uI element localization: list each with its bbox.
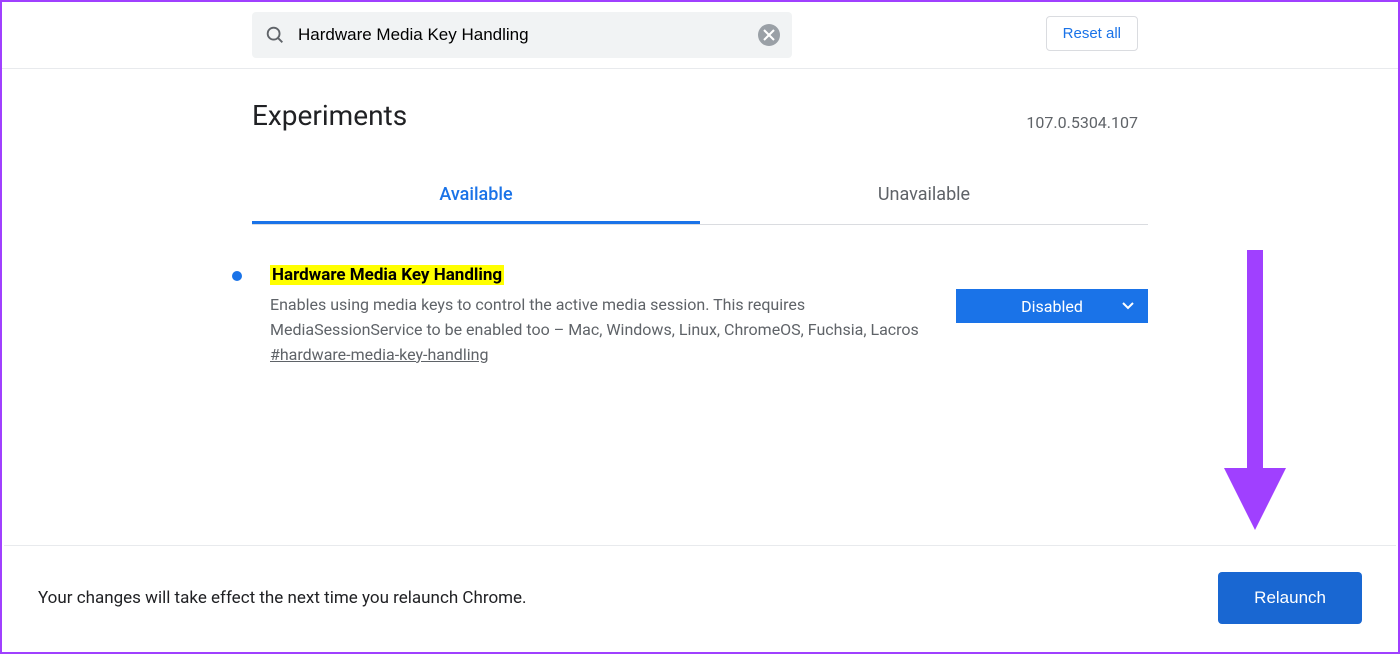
close-icon <box>763 29 775 41</box>
search-input[interactable] <box>298 25 746 45</box>
relaunch-button[interactable]: Relaunch <box>1218 572 1362 624</box>
restart-message: Your changes will take effect the next t… <box>38 588 527 608</box>
flag-state-dropdown[interactable]: Disabled <box>956 289 1148 323</box>
modified-dot-icon <box>232 271 242 281</box>
page-title: Experiments <box>252 99 407 132</box>
header-row: Reset all <box>2 2 1398 68</box>
flag-body: Hardware Media Key Handling Enables usin… <box>270 265 936 364</box>
chevron-down-icon <box>1122 302 1134 310</box>
tab-available[interactable]: Available <box>252 172 700 224</box>
flag-description: Enables using media keys to control the … <box>270 293 936 343</box>
flag-hash-link[interactable]: #hardware-media-key-handling <box>270 345 488 364</box>
search-box[interactable] <box>252 12 792 58</box>
tabs: Available Unavailable <box>252 172 1148 225</box>
restart-bar: Your changes will take effect the next t… <box>4 545 1396 650</box>
dropdown-selected: Disabled <box>1021 297 1083 316</box>
reset-all-button[interactable]: Reset all <box>1046 16 1138 51</box>
title-row: Experiments 107.0.5304.107 <box>252 69 1148 152</box>
search-icon <box>264 24 286 46</box>
clear-search-button[interactable] <box>758 24 780 46</box>
tab-unavailable[interactable]: Unavailable <box>700 172 1148 224</box>
main-content: Experiments 107.0.5304.107 Available Una… <box>2 69 1398 364</box>
flag-row: Hardware Media Key Handling Enables usin… <box>252 225 1148 364</box>
flag-title: Hardware Media Key Handling <box>270 265 504 285</box>
version-label: 107.0.5304.107 <box>1026 113 1138 132</box>
